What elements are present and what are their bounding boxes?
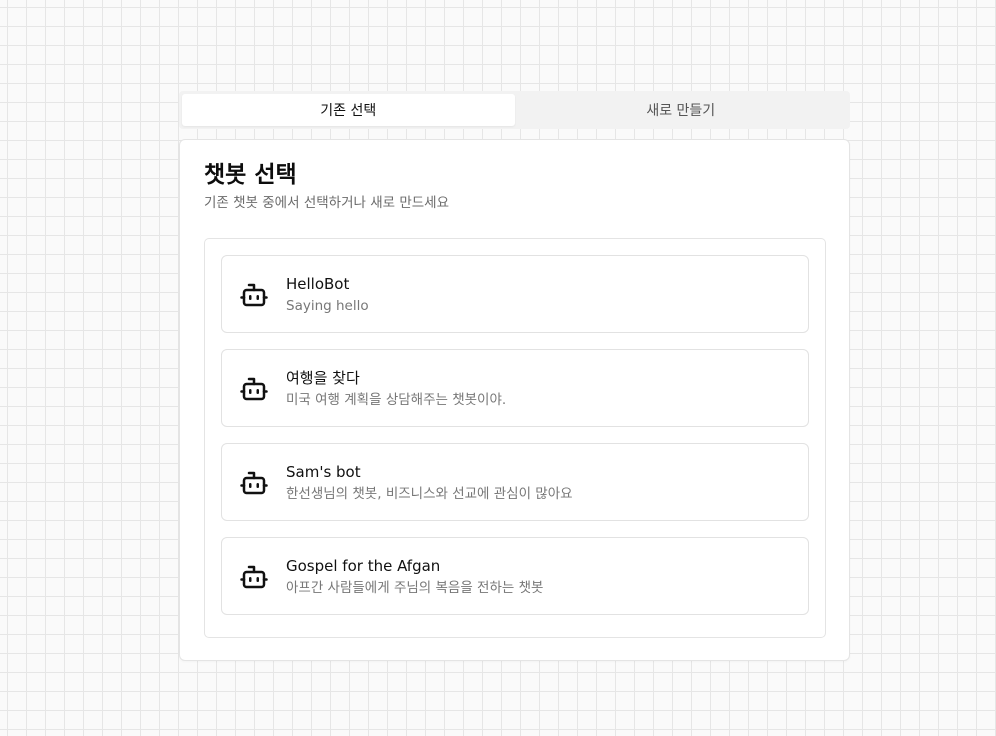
tab-select-existing[interactable]: 기존 선택 (182, 94, 515, 126)
chatbot-description: 한선생님의 챗봇, 비즈니스와 선교에 관심이 많아요 (286, 486, 573, 502)
tab-create-new[interactable]: 새로 만들기 (515, 94, 848, 126)
bot-icon (240, 377, 268, 401)
chatbot-item-gospel[interactable]: Gospel for the Afgan 아프간 사람들에게 주님의 복음을 전… (221, 537, 809, 615)
chatbot-name: Gospel for the Afgan (286, 557, 441, 575)
chatbot-description: Saying hello (286, 298, 369, 314)
bot-icon (240, 565, 268, 589)
chatbot-item-sams-bot[interactable]: Sam's bot 한선생님의 챗봇, 비즈니스와 선교에 관심이 많아요 (221, 443, 809, 521)
page-title: 챗봇 선택 (204, 162, 297, 188)
bot-icon (240, 471, 268, 495)
page-subtitle: 기존 챗봇 중에서 선택하거나 새로 만드세요 (204, 195, 450, 211)
chatbot-name: 여행을 찾다 (286, 369, 360, 387)
mode-tabs: 기존 선택 새로 만들기 (179, 91, 850, 129)
chatbot-description: 미국 여행 계획을 상담해주는 챗봇이야. (286, 392, 507, 408)
bot-icon (240, 283, 268, 307)
chatbot-description: 아프간 사람들에게 주님의 복음을 전하는 챗봇 (286, 580, 544, 596)
chatbot-name: HelloBot (286, 275, 350, 293)
chatbot-select-card: 챗봇 선택 기존 챗봇 중에서 선택하거나 새로 만드세요 HelloBot S… (179, 139, 850, 661)
chatbot-list: HelloBot Saying hello 여행을 찾다 미국 여행 계획을 상… (204, 238, 826, 638)
chatbot-item-hellobot[interactable]: HelloBot Saying hello (221, 255, 809, 333)
chatbot-item-travel[interactable]: 여행을 찾다 미국 여행 계획을 상담해주는 챗봇이야. (221, 349, 809, 427)
chatbot-name: Sam's bot (286, 463, 361, 481)
